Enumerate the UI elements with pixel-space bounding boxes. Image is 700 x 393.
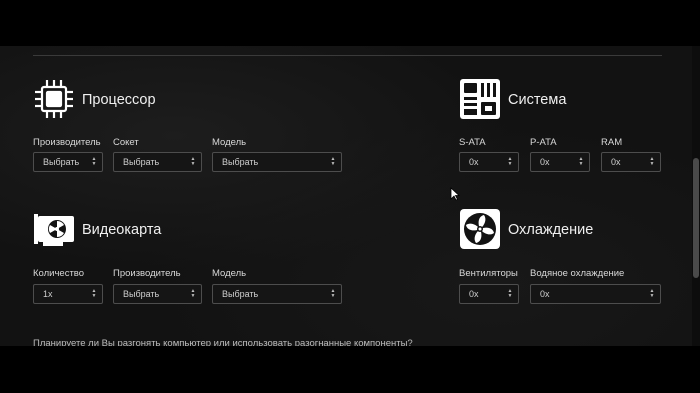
processor-socket-label: Сокет [113,137,139,148]
scrollbar-thumb[interactable] [693,158,699,278]
bottom-letterbox [0,346,700,393]
select-arrows-icon: ▲ ▼ [649,288,655,299]
pata-select[interactable]: 0x ▲ ▼ [530,152,590,172]
gpu-count-select[interactable]: 1x ▲ ▼ [33,284,103,304]
gpu-manufacturer-label: Производитель [113,268,181,279]
sata-select[interactable]: 0x ▲ ▼ [459,152,519,172]
page-scrollbar[interactable] [692,46,700,346]
gpu-manufacturer-select[interactable]: Выбрать ▲ ▼ [113,284,202,304]
select-arrows-icon: ▲ ▼ [507,288,513,299]
select-arrows-icon: ▲ ▼ [649,156,655,167]
gpu-model-value: Выбрать [222,289,259,299]
cooling-title: Охлаждение [508,222,594,238]
processor-model-label: Модель [212,137,247,148]
select-arrows-icon: ▲ ▼ [190,288,196,299]
gpu-title: Видеокарта [82,222,162,238]
select-arrows-icon: ▲ ▼ [91,288,97,299]
gpu-model-select[interactable]: Выбрать ▲ ▼ [212,284,342,304]
select-arrows-icon: ▲ ▼ [190,156,196,167]
select-arrows-icon: ▲ ▼ [330,288,336,299]
fans-label: Вентиляторы [459,268,518,279]
overclock-question: Планируете ли Вы разгонять компьютер или… [33,338,413,346]
fans-select[interactable]: 0x ▲ ▼ [459,284,519,304]
water-cooling-select[interactable]: 0x ▲ ▼ [530,284,661,304]
water-cooling-label: Водяное охлаждение [530,268,625,279]
select-arrows-icon: ▲ ▼ [507,156,513,167]
processor-manufacturer-label: Производитель [33,137,101,148]
ram-label: RAM [601,137,623,148]
section-divider [33,55,662,56]
configurator-panel: Процессор Производитель Выбрать ▲ ▼ Сокет… [0,46,700,346]
processor-socket-select[interactable]: Выбрать ▲ ▼ [113,152,202,172]
processor-manufacturer-select[interactable]: Выбрать ▲ ▼ [33,152,103,172]
ram-select[interactable]: 0x ▲ ▼ [601,152,661,172]
mouse-cursor-icon [450,187,460,201]
graphics-card-icon [34,214,74,246]
select-arrows-icon: ▲ ▼ [330,156,336,167]
system-title: Система [508,92,567,108]
sata-label: S-ATA [459,137,486,148]
gpu-model-label: Модель [212,268,247,279]
select-arrows-icon: ▲ ▼ [578,156,584,167]
processor-model-value: Выбрать [222,157,259,167]
fan-icon [460,209,500,249]
select-arrows-icon: ▲ ▼ [91,156,97,167]
water-cooling-value: 0x [540,289,550,299]
top-letterbox [0,0,700,46]
motherboard-icon [460,79,500,119]
gpu-count-label: Количество [33,268,85,279]
cpu-icon [35,80,73,118]
processor-title: Процессор [82,92,156,108]
processor-model-select[interactable]: Выбрать ▲ ▼ [212,152,342,172]
pata-label: P-ATA [530,137,557,148]
